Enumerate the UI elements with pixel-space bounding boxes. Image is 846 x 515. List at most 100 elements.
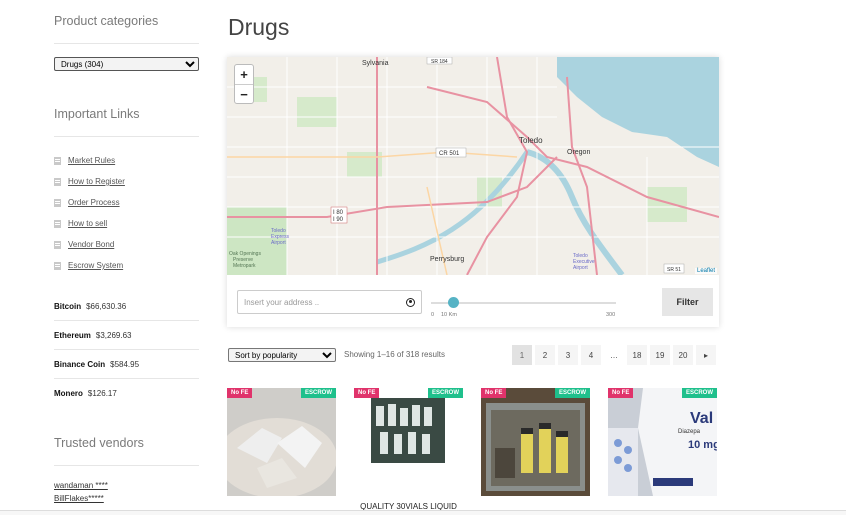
important-links-title: Important Links bbox=[54, 107, 140, 121]
svg-text:CR 501: CR 501 bbox=[439, 151, 460, 157]
page-link[interactable]: 3 bbox=[558, 345, 578, 365]
escrow-badge: ESCROW bbox=[555, 388, 590, 398]
escrow-badge: ESCROW bbox=[682, 388, 717, 398]
market-rules-link[interactable]: Market Rules bbox=[68, 156, 115, 165]
escrow-system-link[interactable]: Escrow System bbox=[68, 261, 123, 270]
coin-price: $584.95 bbox=[110, 359, 140, 369]
no-fe-badge: No FE bbox=[608, 388, 634, 398]
page-current: 1 bbox=[512, 345, 532, 365]
sort-select[interactable]: Sort by popularity bbox=[228, 348, 336, 362]
order-process-link[interactable]: Order Process bbox=[68, 198, 120, 207]
product-photo bbox=[481, 388, 590, 496]
map[interactable]: Sylvania Toledo Oregon Perrysburg CR 501… bbox=[227, 57, 719, 275]
vendor-item: BillFlakes***** bbox=[54, 494, 108, 507]
product-card[interactable]: No FE ESCROW bbox=[481, 388, 590, 501]
escrow-badge: ESCROW bbox=[301, 388, 336, 398]
link-item: Order Process bbox=[54, 192, 125, 213]
product-card[interactable]: No FE ESCROW QUALITY 30VIALS LIQUID KETA… bbox=[354, 388, 463, 515]
svg-text:Perrysburg: Perrysburg bbox=[430, 256, 464, 263]
how-to-sell-link[interactable]: How to sell bbox=[68, 219, 107, 228]
link-item: How to Register bbox=[54, 171, 125, 192]
coin-price: $126.17 bbox=[87, 389, 117, 398]
coin-price: $3,269.63 bbox=[95, 330, 132, 340]
svg-text:Toledo: Toledo bbox=[519, 136, 543, 145]
svg-text:I 80: I 80 bbox=[333, 210, 344, 216]
price-row: Ethereum $3,269.63 bbox=[54, 321, 199, 350]
price-row: Monero $126.17 bbox=[54, 379, 199, 408]
svg-text:Oregon: Oregon bbox=[567, 149, 590, 156]
link-item: Escrow System bbox=[54, 255, 125, 276]
page-link[interactable]: 18 bbox=[627, 345, 647, 365]
bottom-scroll-edge bbox=[0, 510, 846, 515]
svg-text:Diazepa: Diazepa bbox=[678, 429, 701, 435]
how-to-register-link[interactable]: How to Register bbox=[68, 177, 125, 186]
no-fe-badge: No FE bbox=[481, 388, 507, 398]
product-photo bbox=[227, 388, 336, 496]
next-page-icon[interactable]: ▸ bbox=[696, 345, 716, 365]
distance-slider-handle[interactable] bbox=[448, 297, 459, 308]
page-link[interactable]: 19 bbox=[650, 345, 670, 365]
svg-text:Airport: Airport bbox=[573, 265, 588, 271]
page-title: Drugs bbox=[228, 14, 290, 40]
zoom-in-button[interactable]: + bbox=[235, 65, 253, 84]
coin-price: $66,630.36 bbox=[86, 301, 127, 311]
page-link[interactable]: 2 bbox=[535, 345, 555, 365]
no-fe-badge: No FE bbox=[354, 388, 380, 398]
product-card[interactable]: No FE ESCROW bbox=[227, 388, 336, 501]
map-tiles: Sylvania Toledo Oregon Perrysburg CR 501… bbox=[227, 57, 719, 275]
range-value-label: 10 Km bbox=[441, 312, 457, 318]
vendor-link[interactable]: BillFlakes***** bbox=[54, 494, 104, 503]
svg-text:Val: Val bbox=[690, 410, 713, 427]
divider bbox=[54, 465, 199, 466]
category-select[interactable]: Drugs (304) bbox=[54, 57, 199, 71]
crypto-prices: Bitcoin $66,630.36 Ethereum $3,269.63 Bina… bbox=[54, 292, 199, 408]
coin-name: Ethereum bbox=[54, 330, 91, 340]
page-link[interactable]: 20 bbox=[673, 345, 693, 365]
document-icon bbox=[54, 261, 61, 270]
locate-icon[interactable] bbox=[406, 297, 415, 307]
svg-text:I 90: I 90 bbox=[333, 217, 344, 223]
escrow-badge: ESCROW bbox=[428, 388, 463, 398]
product-image[interactable]: No FE ESCROW bbox=[227, 388, 336, 496]
product-image[interactable]: Val Diazepa 10 mg No FE ESCROW bbox=[608, 388, 717, 496]
filter-button[interactable]: Filter bbox=[662, 288, 713, 316]
vendor-bond-link[interactable]: Vendor Bond bbox=[68, 240, 114, 249]
map-zoom-control: + − bbox=[234, 64, 254, 104]
trusted-vendors-title: Trusted vendors bbox=[54, 436, 144, 450]
product-card[interactable]: Val Diazepa 10 mg No FE ESCROW bbox=[608, 388, 717, 501]
product-image[interactable]: No FE ESCROW bbox=[354, 388, 463, 496]
important-links-list: Market Rules How to Register Order Proce… bbox=[54, 150, 125, 276]
categories-title: Product categories bbox=[54, 14, 159, 28]
product-image[interactable]: No FE ESCROW bbox=[481, 388, 590, 496]
svg-text:10 mg: 10 mg bbox=[688, 439, 717, 451]
price-row: Binance Coin $584.95 bbox=[54, 350, 199, 379]
divider bbox=[54, 43, 199, 44]
page-link[interactable]: 4 bbox=[581, 345, 601, 365]
coin-name: Bitcoin bbox=[54, 301, 82, 311]
link-item: Market Rules bbox=[54, 150, 125, 171]
svg-text:Metropark: Metropark bbox=[233, 263, 256, 269]
product-photo bbox=[354, 388, 463, 496]
map-search-panel: Sylvania Toledo Oregon Perrysburg CR 501… bbox=[227, 57, 719, 327]
link-item: Vendor Bond bbox=[54, 234, 125, 255]
no-fe-badge: No FE bbox=[227, 388, 253, 398]
document-icon bbox=[54, 156, 61, 165]
svg-text:Airport: Airport bbox=[271, 240, 286, 246]
pagination: 1 2 3 4 … 18 19 20 ▸ bbox=[512, 345, 719, 365]
coin-name: Monero bbox=[54, 389, 83, 398]
document-icon bbox=[54, 177, 61, 186]
zoom-out-button[interactable]: − bbox=[235, 84, 253, 103]
link-item: How to sell bbox=[54, 213, 125, 234]
result-count: Showing 1–16 of 318 results bbox=[344, 350, 445, 359]
address-input[interactable]: Insert your address .. bbox=[237, 290, 422, 314]
coin-name: Binance Coin bbox=[54, 359, 106, 369]
product-photo: Val Diazepa 10 mg bbox=[608, 388, 717, 496]
svg-text:Sylvania: Sylvania bbox=[362, 60, 389, 67]
address-placeholder: Insert your address .. bbox=[244, 297, 320, 307]
svg-text:SR 51: SR 51 bbox=[667, 267, 681, 273]
vendor-link[interactable]: wandaman **** bbox=[54, 481, 108, 490]
map-attribution[interactable]: Leaflet bbox=[694, 268, 717, 274]
range-min-label: 0 bbox=[431, 312, 435, 318]
trusted-vendors-list: wandaman **** BillFlakes***** bbox=[54, 481, 108, 507]
price-row: Bitcoin $66,630.36 bbox=[54, 292, 199, 321]
